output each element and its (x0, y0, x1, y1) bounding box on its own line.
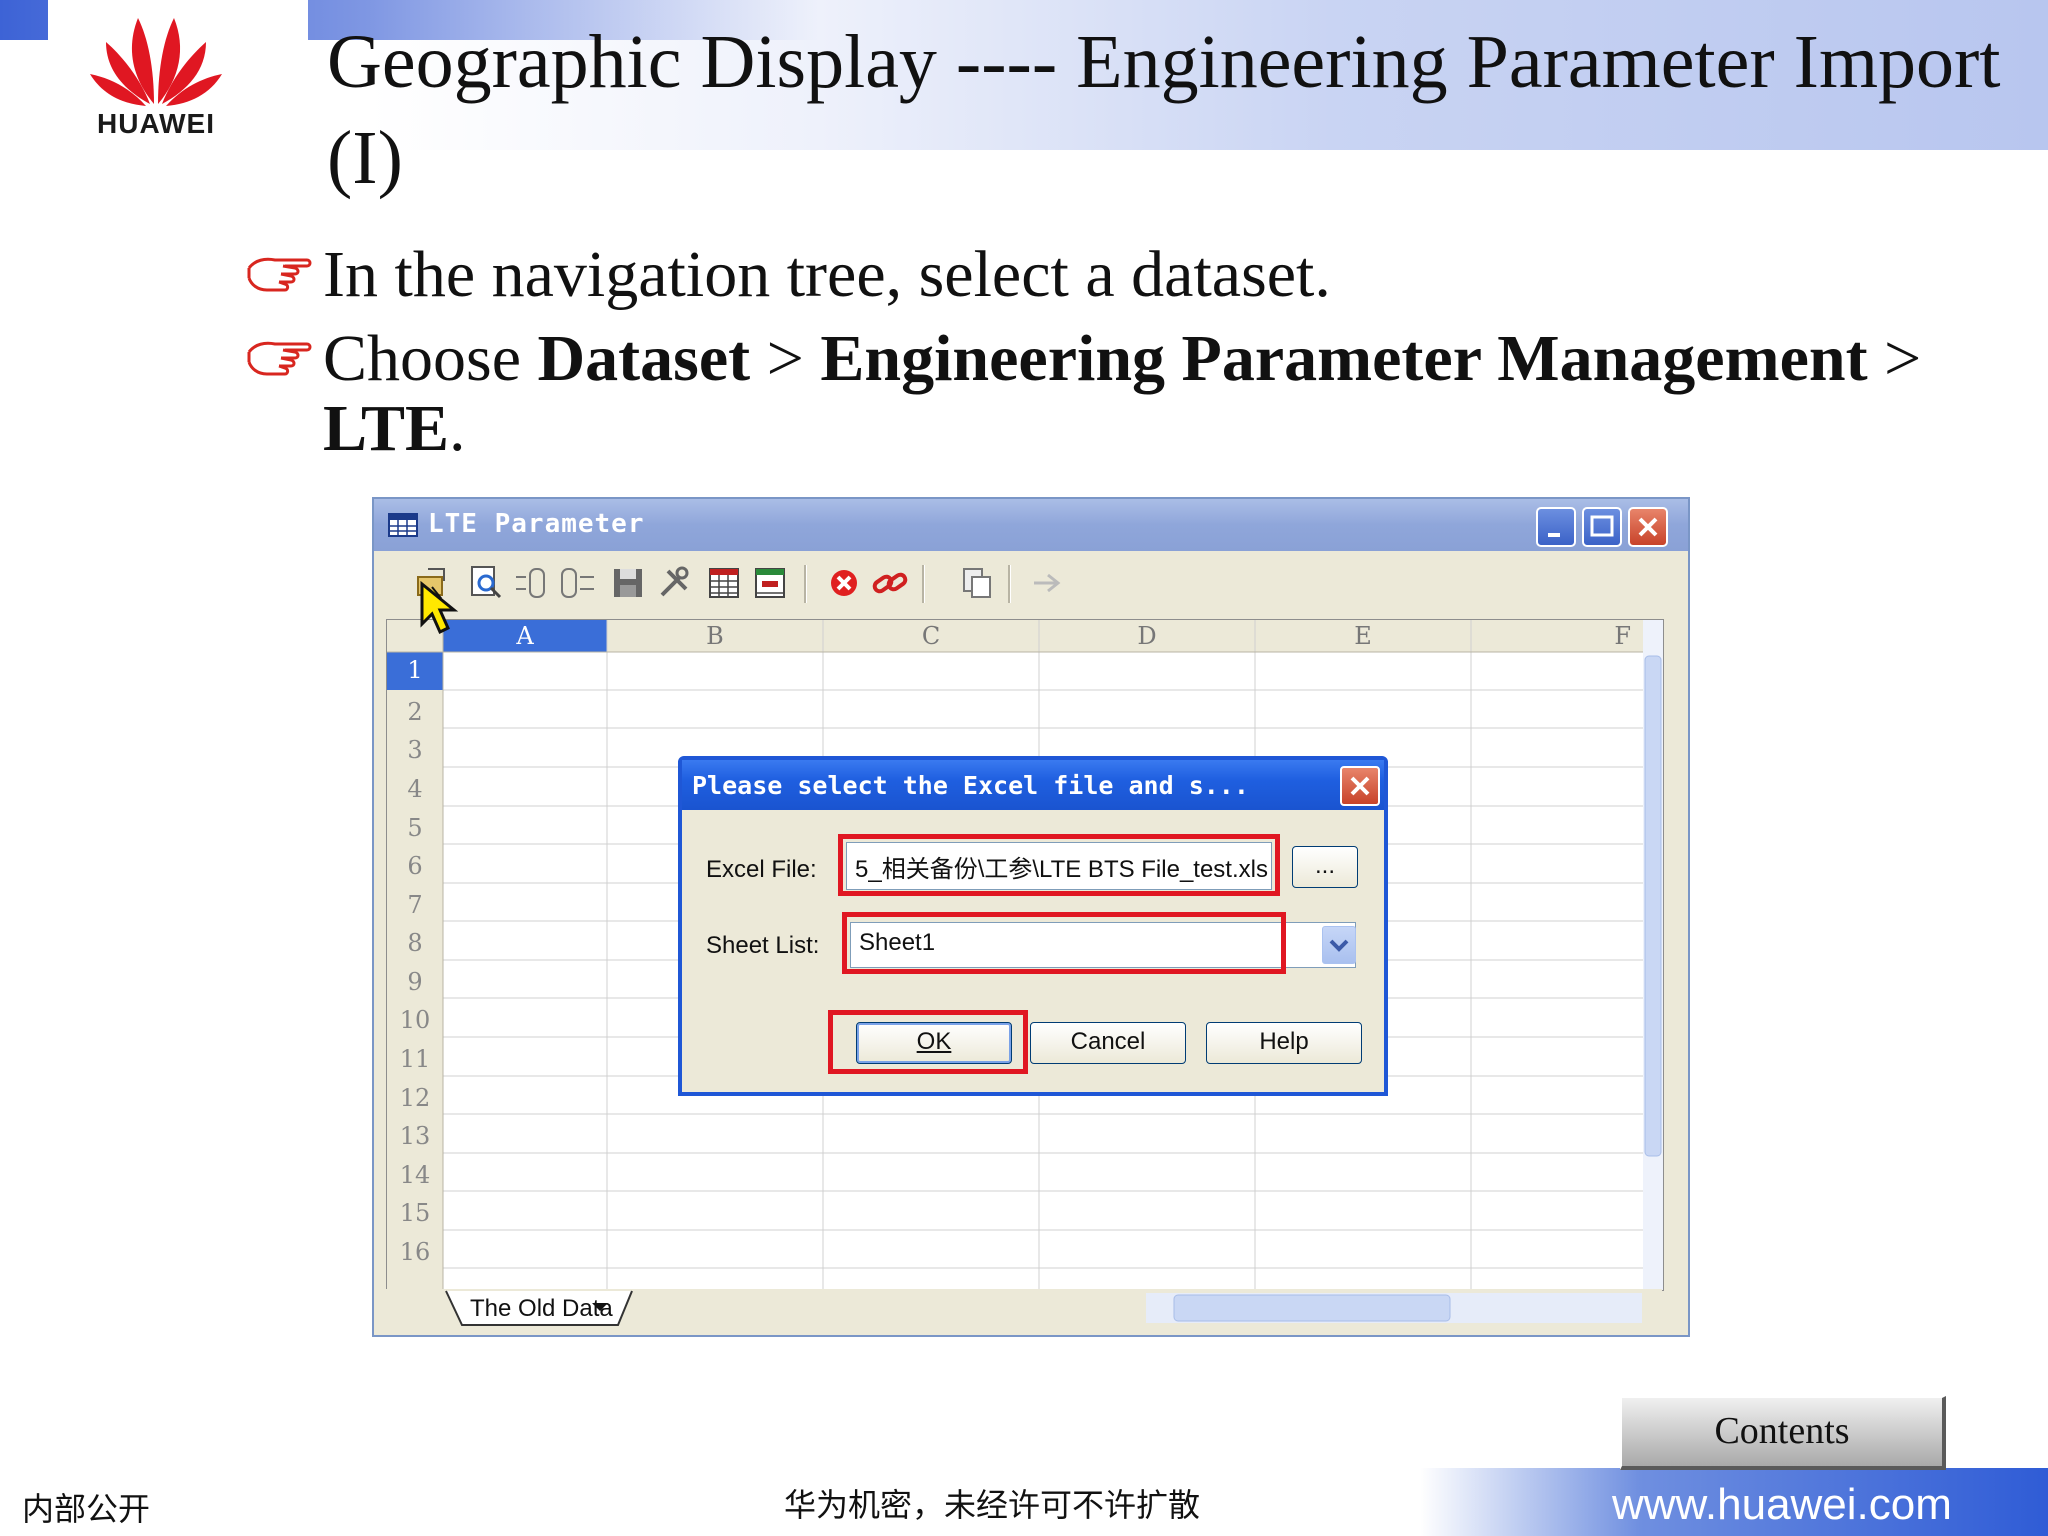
row-header-16[interactable]: 16 (387, 1238, 443, 1266)
dialog-close-button[interactable] (1340, 766, 1380, 806)
brand-name: HUAWEI (97, 108, 215, 139)
row-header-12[interactable]: 12 (387, 1084, 443, 1112)
highlight-box (842, 912, 1286, 974)
row-header-1[interactable]: 1 (387, 656, 443, 684)
dialog-title: Please select the Excel file and s... (692, 771, 1249, 800)
bullet-1-text: In the navigation tree, select a dataset… (323, 238, 1331, 311)
sheet-tab-bar: The Old Data (386, 1289, 1662, 1329)
toolbar-separator (922, 565, 925, 603)
row-header-14[interactable]: 14 (387, 1161, 443, 1189)
row-header-8[interactable]: 8 (387, 929, 443, 957)
excel-file-label: Excel File: (706, 856, 817, 883)
slide: HUAWEI Geographic Display ---- Engineeri… (0, 0, 2048, 1536)
tools-icon[interactable] (654, 563, 694, 603)
window-title: LTE Parameter (428, 509, 645, 539)
column-header-d[interactable]: D (1039, 620, 1255, 652)
menu-dataset: Dataset (537, 322, 751, 395)
row-header-2[interactable]: 2 (387, 698, 443, 726)
link-icon[interactable] (870, 563, 910, 603)
column-header-f[interactable]: F (1471, 620, 1631, 652)
footer-url: www.huawei.com (1612, 1480, 1952, 1529)
column-header-a[interactable]: A (443, 620, 607, 652)
maximize-button[interactable] (1582, 507, 1622, 547)
bullet-2-sep1: > (750, 322, 821, 395)
contents-button[interactable]: Contents (1620, 1396, 1946, 1470)
window-titlebar[interactable]: LTE Parameter (374, 499, 1688, 551)
mouse-cursor-icon (420, 580, 459, 635)
footer-confidential: 华为机密，未经许可不许扩散 (784, 1486, 1201, 1524)
chevron-down-icon (1329, 939, 1349, 952)
column-header-b[interactable]: B (607, 620, 823, 652)
row-header-11[interactable]: 11 (387, 1045, 443, 1073)
row-header-4[interactable]: 4 (387, 775, 443, 803)
save-icon[interactable] (608, 563, 648, 603)
row-header-9[interactable]: 9 (387, 968, 443, 996)
bullet-2-text: Choose Dataset > Engineering Parameter M… (323, 324, 2003, 464)
table-icon[interactable] (704, 563, 744, 603)
pointing-hand-icon (247, 257, 312, 292)
grid-icon[interactable] (750, 563, 790, 603)
dialog-titlebar[interactable]: Please select the Excel file and s... (682, 760, 1384, 810)
insert-row-icon[interactable] (512, 563, 552, 603)
row-header-5[interactable]: 5 (387, 814, 443, 842)
sheet-tab-old-data[interactable]: The Old Data (470, 1295, 613, 1323)
row-header-10[interactable]: 10 (387, 1006, 443, 1034)
row-header-3[interactable]: 3 (387, 736, 443, 764)
huawei-logo-icon (90, 18, 222, 106)
footer-classification: 内部公开 (22, 1490, 151, 1528)
close-icon (1350, 776, 1370, 796)
bullet-2-suffix: . (449, 392, 466, 465)
arrow-icon[interactable] (1028, 563, 1068, 603)
delete-icon[interactable] (824, 563, 864, 603)
cancel-button[interactable]: Cancel (1030, 1022, 1186, 1064)
sheet-list-dropdown-button[interactable] (1322, 926, 1356, 964)
toolbar-separator (804, 565, 807, 603)
help-button[interactable]: Help (1206, 1022, 1362, 1064)
row-header-15[interactable]: 15 (387, 1199, 443, 1227)
menu-engineering-parameter-management: Engineering Parameter Management (820, 322, 1868, 395)
row-header-13[interactable]: 13 (387, 1122, 443, 1150)
pointing-hand-icon (247, 341, 312, 376)
row-header-7[interactable]: 7 (387, 891, 443, 919)
close-button[interactable] (1628, 507, 1668, 547)
bullet-2-sep2: > (1867, 322, 1922, 395)
minimize-icon (1548, 533, 1560, 537)
table-app-icon (388, 513, 418, 537)
column-header-e[interactable]: E (1255, 620, 1471, 652)
close-icon (1638, 517, 1658, 537)
highlight-box (828, 1010, 1028, 1074)
row-header-6[interactable]: 6 (387, 852, 443, 880)
insert-column-icon[interactable] (558, 563, 598, 603)
column-header-c[interactable]: C (823, 620, 1039, 652)
bullet-2-prefix: Choose (323, 322, 538, 395)
minimize-button[interactable] (1536, 507, 1576, 547)
search-icon[interactable] (466, 563, 506, 603)
copy-icon[interactable] (958, 563, 998, 603)
window-toolbar (380, 555, 1680, 613)
slide-title: Geographic Display ---- Engineering Para… (327, 20, 2001, 200)
maximize-icon (1590, 515, 1614, 537)
browse-button[interactable]: ... (1292, 846, 1358, 888)
excel-select-dialog: Please select the Excel file and s... Ex… (678, 756, 1388, 1096)
toolbar-separator (1008, 565, 1011, 603)
sheet-list-label: Sheet List: (706, 932, 820, 959)
highlight-box (838, 834, 1280, 896)
menu-lte: LTE (323, 392, 450, 465)
